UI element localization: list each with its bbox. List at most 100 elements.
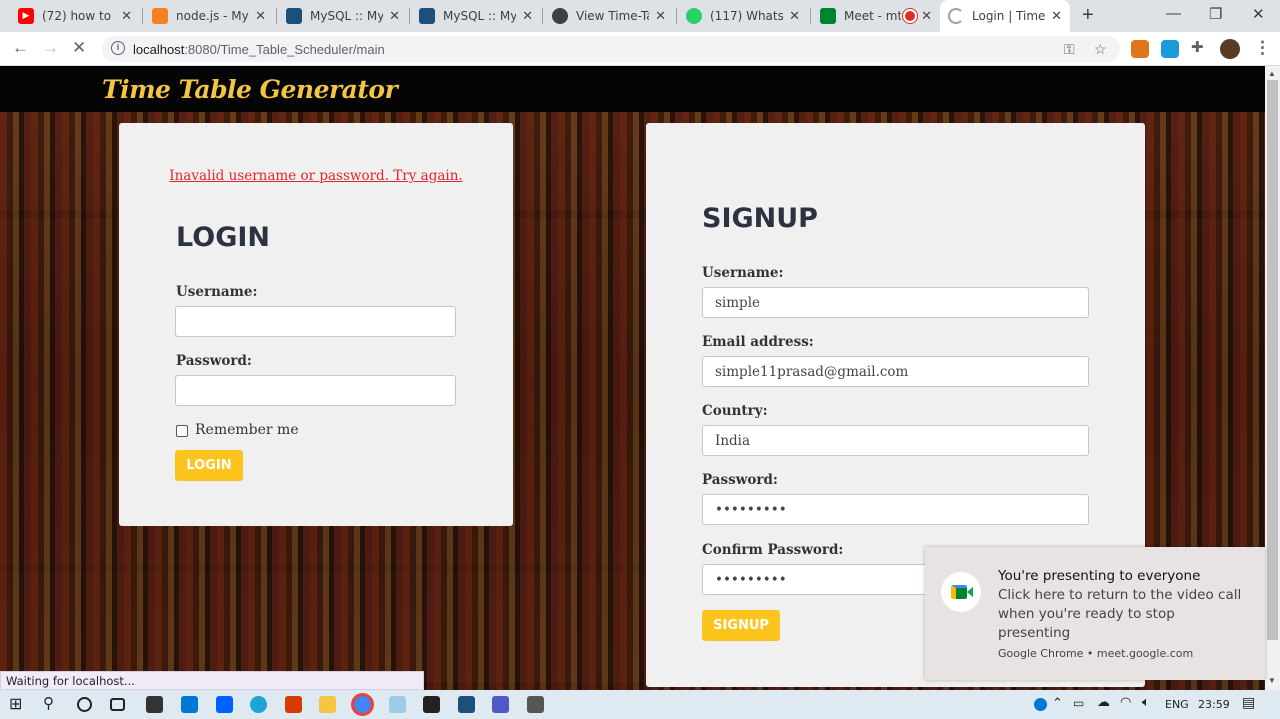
notification-title: You're presenting to everyone — [998, 568, 1201, 584]
tray-chevron-icon[interactable]: ⌃ — [1052, 696, 1063, 711]
window-close-icon[interactable]: ✕ — [1252, 5, 1265, 23]
new-tab-icon[interactable]: + — [1082, 4, 1094, 27]
youtube-icon: ▶ — [18, 8, 34, 24]
mysql-workbench-icon[interactable] — [458, 696, 475, 713]
brand-title[interactable]: Time Table Generator — [102, 75, 398, 104]
close-icon[interactable]: ✕ — [389, 9, 400, 24]
scrollbar-thumb[interactable] — [1267, 80, 1278, 640]
signup-username-input[interactable]: simple — [702, 287, 1089, 318]
notifications-icon[interactable]: ▤ — [1242, 695, 1255, 711]
email-label: Email address: — [702, 334, 814, 350]
cortana-icon[interactable] — [77, 697, 92, 712]
browser-tab[interactable]: MySQL :: MySC ✕ — [411, 0, 541, 32]
close-icon[interactable]: ✕ — [655, 9, 666, 24]
page-scrollbar[interactable]: ▲ ▼ — [1265, 66, 1280, 690]
tab-title: MySQL :: MySC — [443, 9, 517, 23]
remember-me-checkbox[interactable] — [176, 425, 188, 437]
notification-source: Google Chrome • meet.google.com — [998, 647, 1194, 660]
stop-icon[interactable]: ✕ — [72, 38, 86, 58]
bookmark-star-icon[interactable]: ☆ — [1094, 41, 1107, 58]
url-text[interactable]: localhost:8080/Time_Table_Scheduler/main — [133, 42, 385, 57]
notepad-icon[interactable] — [389, 696, 406, 713]
password-label: Password: — [176, 353, 252, 369]
forward-icon[interactable]: → — [42, 38, 59, 58]
browser-tab[interactable]: Meet - mt ✕ — [812, 0, 940, 32]
notification-body: Click here to return to the video call w… — [998, 587, 1242, 641]
tab-strip: ▶ (72) how to im ✕ node.js - MySC ✕ MySQ… — [0, 0, 1280, 32]
loading-icon — [948, 8, 964, 24]
mysql-icon — [286, 8, 302, 24]
tab-title: View Time-Tab — [576, 9, 649, 23]
signup-password-input[interactable]: ••••••••• — [702, 494, 1089, 525]
browser-tab[interactable]: (117) WhatsAp ✕ — [678, 0, 808, 32]
tab-title: node.js - MySC — [176, 9, 249, 23]
office-icon[interactable] — [285, 696, 302, 713]
close-icon[interactable]: ✕ — [255, 9, 266, 24]
login-error-message[interactable]: Inavalid username or password. Try again… — [119, 168, 513, 184]
puzzle-icon[interactable]: ✚ — [1191, 38, 1209, 56]
key-icon[interactable]: ⚿ — [1064, 41, 1075, 58]
scroll-up-icon[interactable]: ▲ — [1268, 69, 1276, 78]
language-indicator[interactable]: ENG — [1165, 698, 1189, 711]
windows-start-icon[interactable]: ⊞ — [9, 694, 26, 713]
meet-icon — [941, 572, 981, 612]
address-bar[interactable]: i localhost:8080/Time_Table_Scheduler/ma… — [102, 36, 1120, 62]
login-button[interactable]: LOGIN — [175, 450, 243, 481]
close-icon[interactable]: ✕ — [1051, 9, 1062, 24]
store-icon[interactable] — [146, 696, 163, 713]
close-icon[interactable]: ✕ — [921, 9, 932, 24]
edge-icon[interactable] — [250, 696, 267, 713]
browser-tab[interactable]: View Time-Tab ✕ — [544, 0, 674, 32]
search-icon[interactable]: ⚲ — [43, 694, 60, 712]
meet-icon — [820, 8, 836, 24]
confirm-password-label: Confirm Password: — [702, 542, 844, 558]
terminal-icon[interactable] — [423, 696, 440, 713]
signup-password-label: Password: — [702, 472, 778, 488]
signup-button[interactable]: SIGNUP — [702, 610, 780, 641]
clock[interactable]: 23:59 — [1198, 698, 1230, 711]
close-icon[interactable]: ✕ — [789, 9, 800, 24]
tab-title: (117) WhatsAp — [710, 9, 784, 23]
extension-icon[interactable] — [1161, 40, 1179, 58]
browser-tab[interactable]: ▶ (72) how to im ✕ — [10, 0, 140, 32]
avatar[interactable] — [1220, 39, 1240, 59]
minimize-icon[interactable]: — — [1166, 5, 1181, 22]
globe-icon — [552, 8, 568, 24]
volume-icon[interactable]: 🔈︎ — [1142, 695, 1150, 710]
login-card: Inavalid username or password. Try again… — [119, 123, 513, 526]
signup-heading: SIGNUP — [702, 203, 818, 234]
teams-icon[interactable] — [492, 696, 509, 713]
back-icon[interactable]: ← — [12, 38, 29, 58]
settings-icon[interactable] — [527, 696, 544, 713]
dropbox-icon[interactable] — [216, 696, 233, 713]
presenting-notification[interactable]: You're presenting to everyone Click here… — [925, 547, 1265, 680]
country-label: Country: — [702, 403, 768, 419]
close-icon[interactable]: ✕ — [522, 9, 533, 24]
mail-icon[interactable] — [181, 696, 198, 713]
browser-tab[interactable]: MySQL :: MySC ✕ — [278, 0, 408, 32]
battery-icon[interactable]: ▭ — [1073, 696, 1084, 710]
scroll-down-icon[interactable]: ▼ — [1268, 676, 1276, 685]
help-icon[interactable] — [1034, 698, 1047, 711]
wifi-icon[interactable]: ◠ — [1120, 695, 1131, 710]
remember-me-label[interactable]: Remember me — [195, 422, 299, 438]
tab-title: Meet - mt — [844, 9, 902, 23]
login-password-input[interactable] — [175, 375, 456, 406]
network-icon[interactable]: ☁ — [1097, 695, 1110, 710]
restore-icon[interactable]: ❐ — [1209, 5, 1222, 23]
chrome-icon[interactable] — [354, 696, 371, 713]
file-explorer-icon[interactable] — [319, 696, 336, 713]
browser-tab[interactable]: node.js - MySC ✕ — [144, 0, 274, 32]
browser-toolbar: ← → ✕ i localhost:8080/Time_Table_Schedu… — [0, 32, 1280, 66]
browser-tab-active[interactable]: Login | Time Ta ✕ — [940, 0, 1070, 32]
email-input[interactable]: simple11prasad@gmail.com — [702, 356, 1089, 387]
windows-taskbar: ⊞ ⚲ ⌃ ▭ ☁ ◠ 🔈︎ ENG 23:59 ▤ — [0, 690, 1280, 719]
menu-dots-icon[interactable]: ⋮ — [1254, 38, 1271, 58]
info-icon[interactable]: i — [111, 41, 125, 55]
task-view-icon[interactable] — [110, 698, 125, 711]
tab-title: MySQL :: MySC — [310, 9, 384, 23]
login-username-input[interactable] — [175, 306, 456, 337]
close-icon[interactable]: ✕ — [121, 9, 132, 24]
country-input[interactable]: India — [702, 425, 1089, 456]
metamask-extension-icon[interactable] — [1131, 40, 1149, 58]
